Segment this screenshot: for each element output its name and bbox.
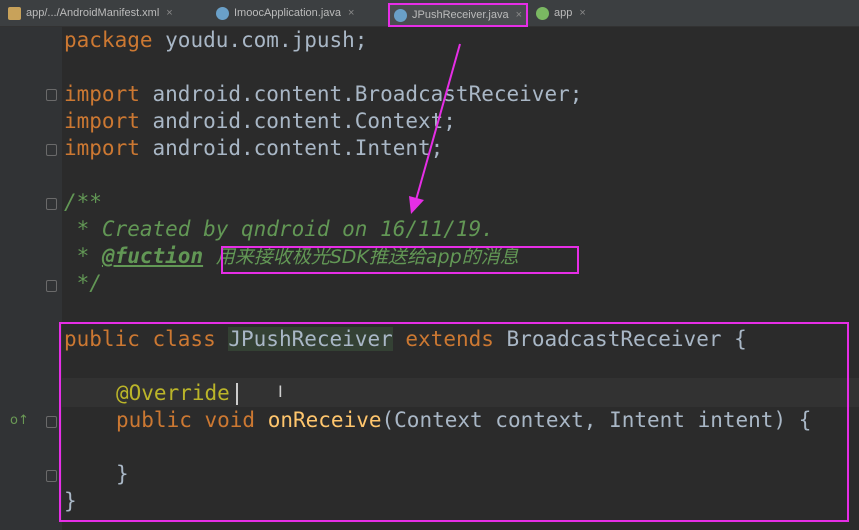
annotation-arrow bbox=[409, 43, 461, 214]
